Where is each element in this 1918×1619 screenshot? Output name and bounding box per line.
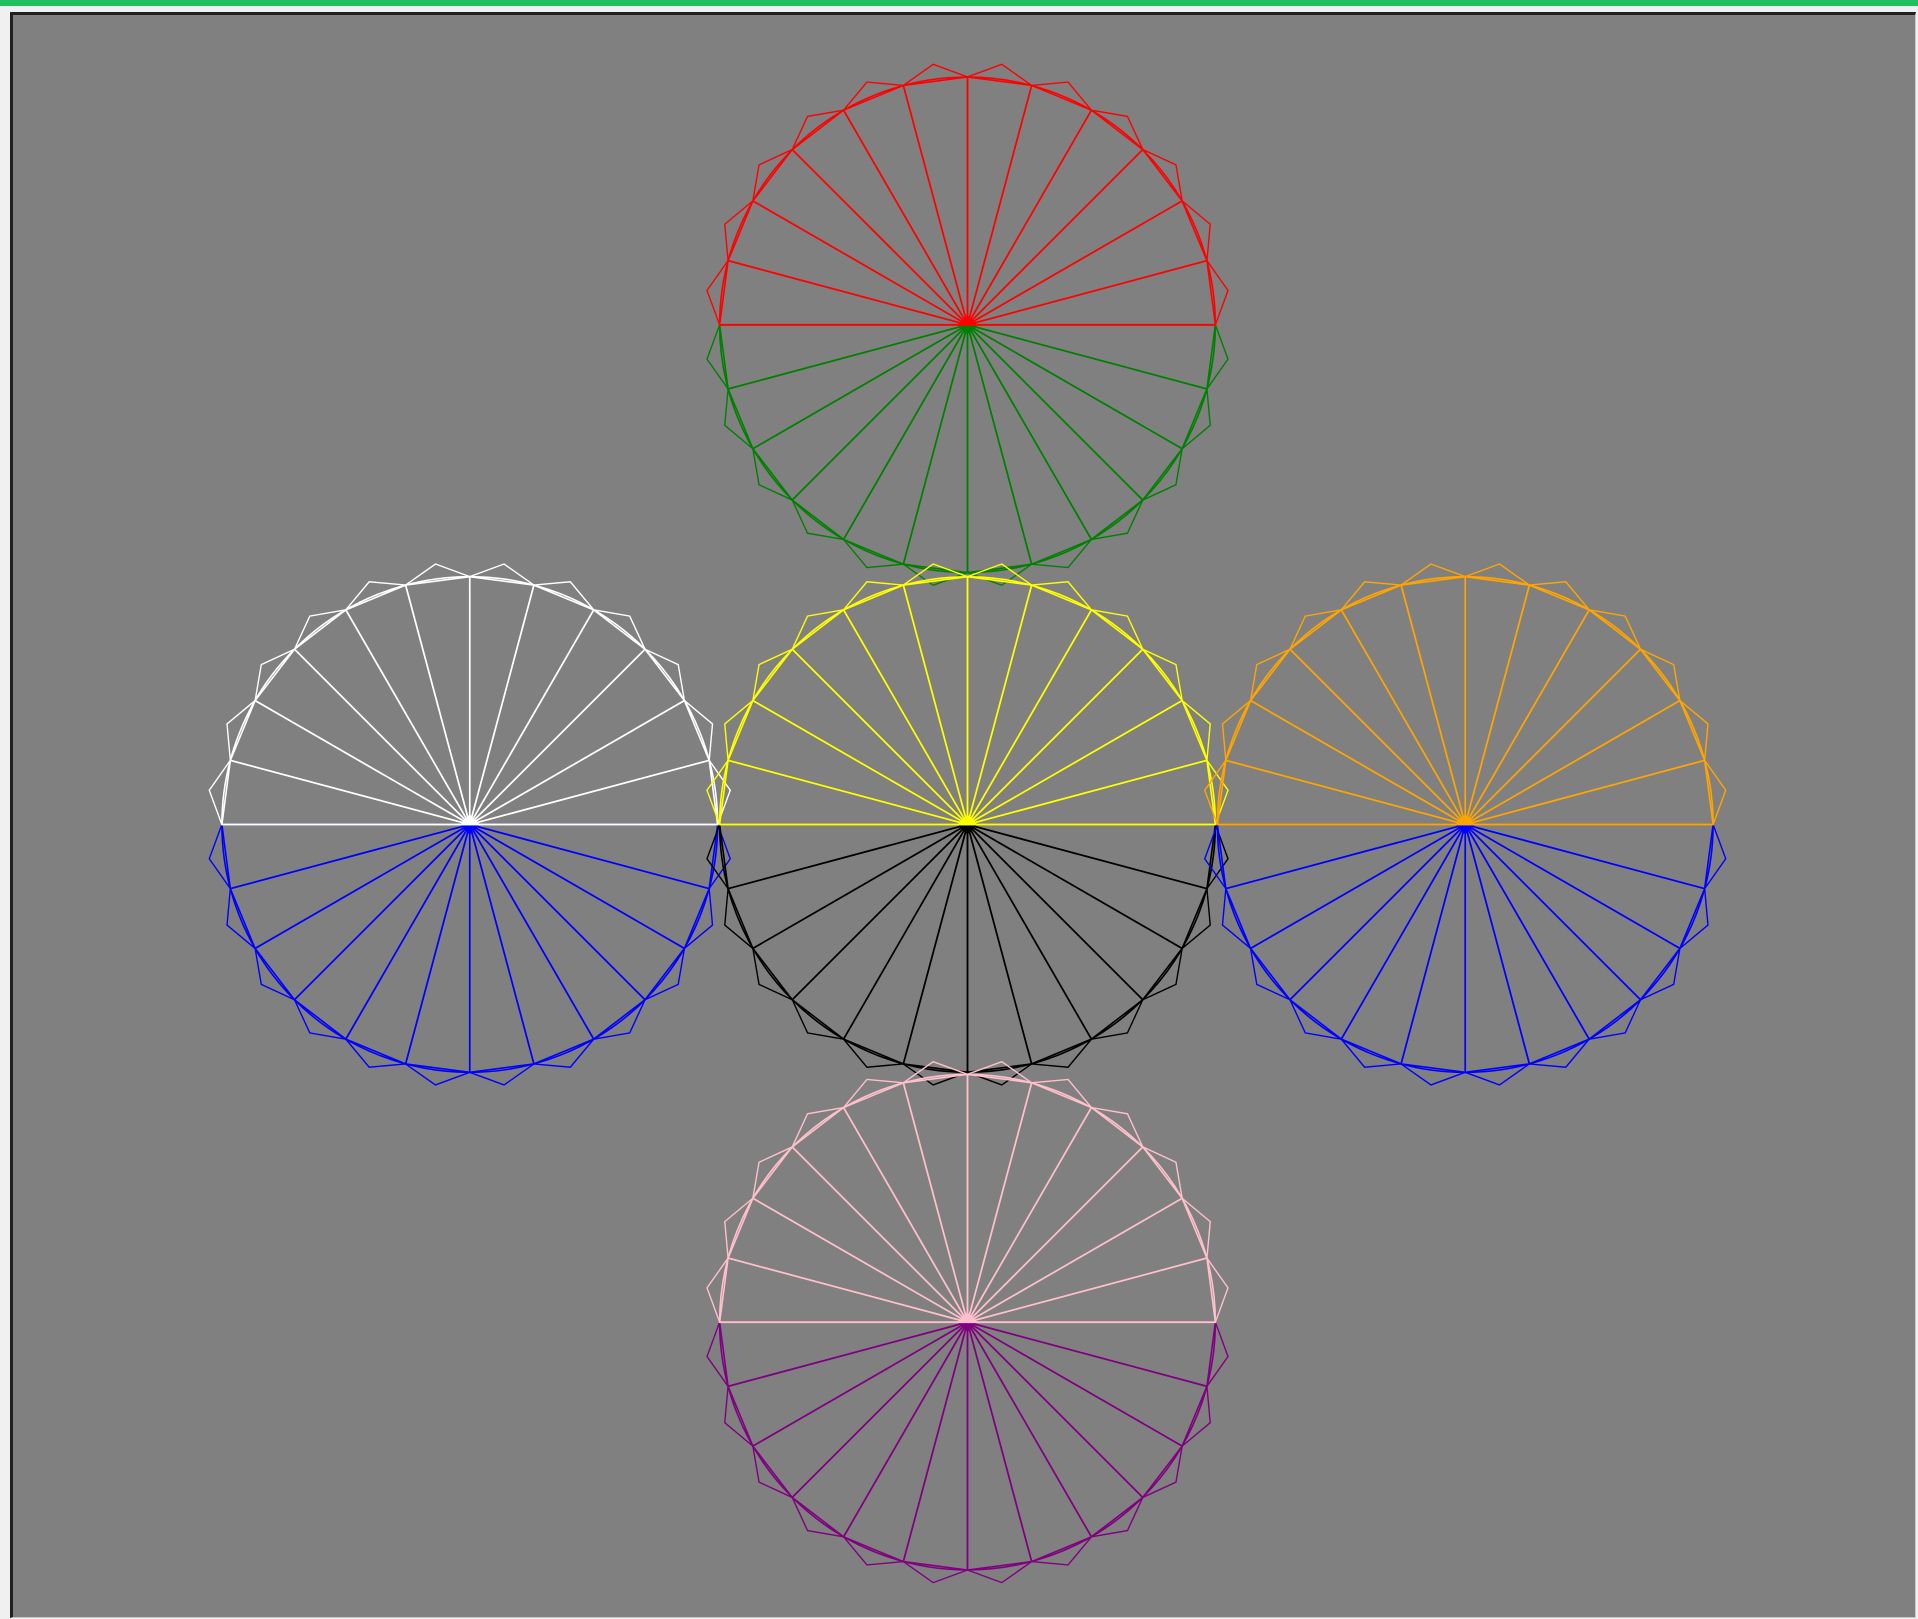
canvas-background: [13, 15, 1915, 1617]
window-frame: [0, 0, 1918, 1619]
window-accent-bar: [0, 0, 1918, 6]
wheels-svg: [13, 15, 1915, 1617]
canvas-border: [10, 12, 1916, 1618]
drawing-canvas[interactable]: [13, 15, 1915, 1617]
